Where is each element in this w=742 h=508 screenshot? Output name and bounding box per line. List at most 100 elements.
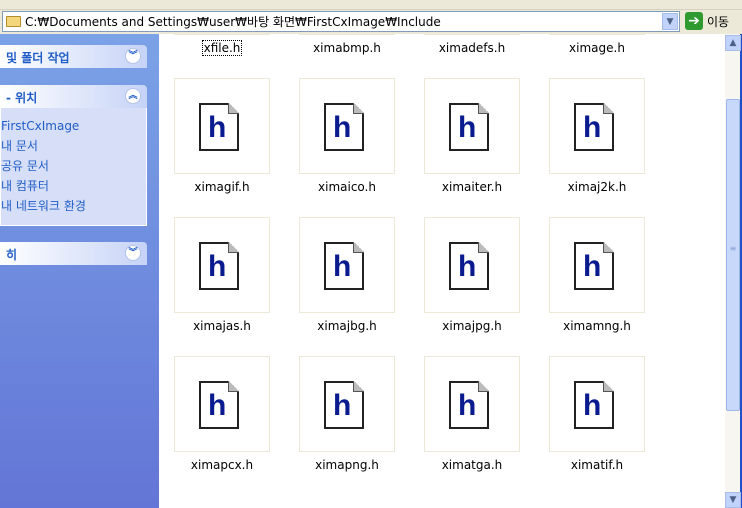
link-my-computer[interactable]: 내 컴퓨터 xyxy=(1,178,146,198)
header-file-icon: h xyxy=(574,103,614,151)
header-file-icon: h xyxy=(199,242,239,290)
file-thumbnail[interactable]: h xyxy=(299,34,395,35)
file-name[interactable]: ximadefs.h xyxy=(439,41,505,55)
header-file-icon: h xyxy=(324,103,364,151)
icon-glyph: h xyxy=(333,111,352,144)
file-thumbnail[interactable]: h xyxy=(299,356,395,452)
icon-glyph: h xyxy=(333,250,352,283)
go-label: 이동 xyxy=(707,14,730,29)
icon-glyph: h xyxy=(208,111,227,144)
file-label: ximage.h xyxy=(532,41,662,55)
header-file-icon: h xyxy=(574,242,614,290)
file-name[interactable]: ximatga.h xyxy=(442,458,503,472)
file-name[interactable]: ximatif.h xyxy=(571,458,623,472)
file-thumbnail[interactable]: h xyxy=(299,78,395,174)
file-thumbnail[interactable]: h xyxy=(549,356,645,452)
file-name[interactable]: ximaiter.h xyxy=(442,180,502,194)
address-bar: C:₩Documents and Settings₩user₩바탕 화면₩Fir… xyxy=(0,10,742,34)
file-label: ximaiter.h xyxy=(407,180,537,194)
icon-glyph: h xyxy=(333,389,352,422)
file-name[interactable]: ximage.h xyxy=(569,41,625,55)
file-label: ximamng.h xyxy=(532,319,662,333)
file-label: ximatif.h xyxy=(532,458,662,472)
file-thumbnail[interactable]: h xyxy=(424,34,520,35)
file-name[interactable]: xfile.h xyxy=(201,40,243,56)
go-button[interactable]: ➔ 이동 xyxy=(685,12,729,30)
file-thumbnail[interactable]: h xyxy=(174,217,270,313)
file-label: xfile.h xyxy=(159,40,287,56)
link-firstcximage[interactable]: FirstCxImage xyxy=(1,118,146,138)
other-places-list: FirstCxImage 내 문서 공유 문서 내 컴퓨터 내 네트워크 환경 xyxy=(0,108,147,226)
icon-glyph: h xyxy=(208,389,227,422)
section-header-other-places[interactable]: - 위치 ︽ xyxy=(0,85,147,108)
file-label: ximadefs.h xyxy=(407,41,537,55)
file-thumbnail[interactable]: h xyxy=(549,217,645,313)
file-label: ximagif.h xyxy=(159,180,287,194)
chevron-down-icon[interactable]: ▼ xyxy=(662,13,678,30)
file-view: h xfile.h h ximabmp.h h ximadefs.h h ximage.h h x… xyxy=(159,34,725,508)
header-file-icon: h xyxy=(449,103,489,151)
file-name[interactable]: ximajpg.h xyxy=(442,319,501,333)
folder-icon xyxy=(6,16,21,27)
link-my-documents[interactable]: 내 문서 xyxy=(1,138,146,158)
address-path: C:₩Documents and Settings₩user₩바탕 화면₩Fir… xyxy=(25,15,441,29)
toolbar xyxy=(0,0,742,10)
file-thumbnail[interactable]: h xyxy=(299,217,395,313)
chevron-double-down-icon[interactable]: ︾ xyxy=(125,48,141,64)
section-title: 및 폴더 작업 xyxy=(6,51,70,65)
icon-glyph: h xyxy=(208,250,227,283)
file-label: ximaico.h xyxy=(282,180,412,194)
header-file-icon: h xyxy=(449,242,489,290)
section-header-file-tasks[interactable]: 및 폴더 작업 ︾ xyxy=(0,45,147,68)
icon-glyph: h xyxy=(458,111,477,144)
icon-glyph: h xyxy=(583,389,602,422)
file-label: ximatga.h xyxy=(407,458,537,472)
file-name[interactable]: ximagif.h xyxy=(194,180,249,194)
file-name[interactable]: ximabmp.h xyxy=(313,41,381,55)
vertical-scrollbar[interactable]: ▲ ≡ ▼ xyxy=(725,34,742,508)
file-name[interactable]: ximapng.h xyxy=(315,458,379,472)
section-title: 히 xyxy=(6,248,18,262)
header-file-icon: h xyxy=(199,381,239,429)
file-thumbnail[interactable]: h xyxy=(174,34,270,35)
file-name[interactable]: ximaico.h xyxy=(318,180,376,194)
address-input[interactable]: C:₩Documents and Settings₩user₩바탕 화면₩Fir… xyxy=(2,11,680,32)
chevron-double-up-icon[interactable]: ︽ xyxy=(125,88,141,104)
file-label: ximapng.h xyxy=(282,458,412,472)
scrollbar-thumb[interactable]: ≡ xyxy=(726,99,740,411)
file-label: ximajbg.h xyxy=(282,319,412,333)
file-thumbnail[interactable]: h xyxy=(424,356,520,452)
chevron-double-down-icon[interactable]: ︾ xyxy=(125,245,141,261)
file-thumbnail[interactable]: h xyxy=(549,34,645,35)
link-shared-documents[interactable]: 공유 문서 xyxy=(1,158,146,178)
file-name[interactable]: ximamng.h xyxy=(563,319,631,333)
header-file-icon: h xyxy=(574,381,614,429)
file-name[interactable]: ximajas.h xyxy=(193,319,251,333)
section-title: - 위치 xyxy=(6,91,38,105)
file-label: ximajas.h xyxy=(159,319,287,333)
icon-glyph: h xyxy=(458,250,477,283)
file-name[interactable]: ximapcx.h xyxy=(191,458,253,472)
header-file-icon: h xyxy=(199,103,239,151)
file-thumbnail[interactable]: h xyxy=(424,217,520,313)
section-header-details[interactable]: 히 ︾ xyxy=(0,242,147,265)
header-file-icon: h xyxy=(324,381,364,429)
file-thumbnail[interactable]: h xyxy=(174,78,270,174)
link-network-places[interactable]: 내 네트워크 환경 xyxy=(1,198,146,218)
header-file-icon: h xyxy=(324,242,364,290)
header-file-icon: h xyxy=(449,381,489,429)
icon-glyph: h xyxy=(583,111,602,144)
arrow-right-icon: ➔ xyxy=(685,12,703,30)
file-label: ximapcx.h xyxy=(159,458,287,472)
file-thumbnail[interactable]: h xyxy=(174,356,270,452)
scroll-down-button[interactable]: ▼ xyxy=(725,492,741,508)
scroll-up-button[interactable]: ▲ xyxy=(725,35,741,51)
icon-glyph: h xyxy=(583,250,602,283)
task-pane: 및 폴더 작업 ︾ - 위치 ︽ FirstCxImage 내 문서 공유 문서… xyxy=(0,34,159,508)
file-thumbnail[interactable]: h xyxy=(549,78,645,174)
icon-glyph: h xyxy=(458,389,477,422)
file-thumbnail[interactable]: h xyxy=(424,78,520,174)
file-name[interactable]: ximajbg.h xyxy=(317,319,376,333)
file-name[interactable]: ximaj2k.h xyxy=(568,180,627,194)
file-label: ximaj2k.h xyxy=(532,180,662,194)
